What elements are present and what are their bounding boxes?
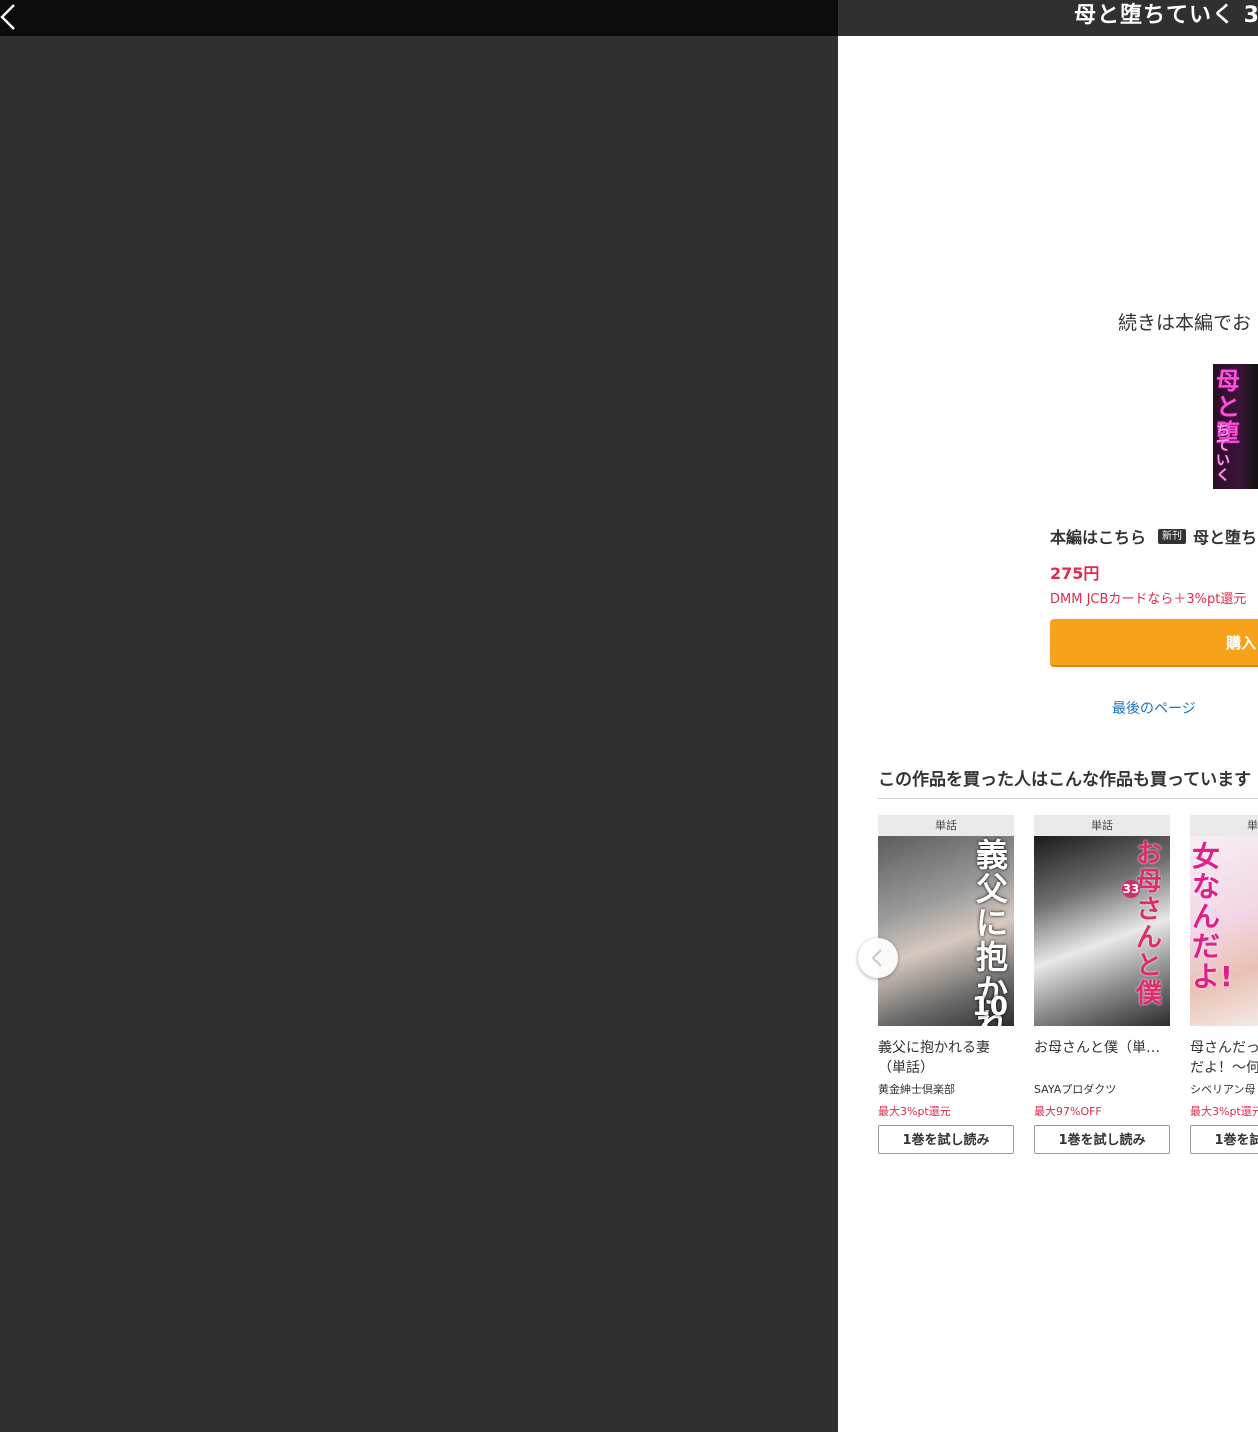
card-promo-text[interactable]: DMM JCBカードなら＋3%pt還元 xyxy=(1050,588,1246,607)
recommendation-card[interactable]: 単話 女なんだよ! 母さんだって女なんだよ！〜何 シベリアン母 最大3%pt還元… xyxy=(1190,815,1258,1154)
end-of-preview-panel: 続きは本編でお 母と堕 ちていく 本編はこちら 新刊 母と堕ち 275円 DMM… xyxy=(838,36,1258,1432)
price: 275円 xyxy=(1050,564,1100,583)
main-volume-label: 本編はこちら xyxy=(1050,528,1147,547)
viewer-top-bar xyxy=(0,0,838,36)
card-author[interactable]: シベリアン母 xyxy=(1190,1081,1258,1097)
card-cover-image[interactable]: お母さんと僕 33 xyxy=(1034,836,1170,1026)
cover-volume-number: 10 xyxy=(971,992,1008,1022)
card-format-tag: 単話 xyxy=(1034,815,1170,836)
cover-title-text: お母さんと僕 xyxy=(1136,839,1163,1009)
card-offer: 最大3%pt還元 xyxy=(878,1105,951,1118)
buy-button-label: 購入 xyxy=(1226,634,1257,652)
card-cover-image[interactable]: 義父に抱かれる妻 10 xyxy=(878,836,1014,1026)
title-bar: 母と堕ちていく 3 xyxy=(838,0,1258,36)
card-offer: 最大97%OFF xyxy=(1034,1105,1102,1118)
card-author[interactable]: SAYAプロダクツ xyxy=(1034,1081,1170,1097)
cover-volume-number: 33 xyxy=(1122,880,1140,898)
cover-title-subtext: ちていく xyxy=(1216,423,1230,484)
card-cover-image[interactable]: 女なんだよ! xyxy=(1190,836,1258,1026)
new-release-badge: 新刊 xyxy=(1158,528,1187,544)
trial-read-button[interactable]: 1巻を試し読み xyxy=(1034,1125,1170,1154)
main-volume-cover[interactable]: 母と堕 ちていく xyxy=(1213,364,1258,489)
card-format-tag: 単話 xyxy=(878,815,1014,836)
card-title[interactable]: お母さんと僕（単… xyxy=(1034,1038,1170,1078)
chevron-left-icon[interactable] xyxy=(0,3,18,31)
cover-title-text: 女なんだよ! xyxy=(1192,840,1233,993)
main-volume-label-row: 本編はこちら 新刊 母と堕ち xyxy=(1050,524,1257,548)
carousel-prev-button[interactable] xyxy=(858,938,898,978)
trial-read-button[interactable]: 1巻を試し読み xyxy=(878,1125,1014,1154)
main-volume-title[interactable]: 母と堕ち xyxy=(1193,524,1257,548)
divider xyxy=(878,798,1258,799)
buy-button[interactable]: 購入 xyxy=(1050,619,1258,667)
card-title[interactable]: 義父に抱かれる妻（単話） xyxy=(878,1038,1014,1078)
recommendation-card[interactable]: 単話 お母さんと僕 33 お母さんと僕（単… SAYAプロダクツ 最大97%OF… xyxy=(1034,815,1170,1154)
recommendations-heading: この作品を買った人はこんな作品も買っています xyxy=(878,770,1252,790)
page-title: 母と堕ちていく 3 xyxy=(1074,3,1258,28)
recommendation-card[interactable]: 単話 義父に抱かれる妻 10 義父に抱かれる妻（単話） 黄金紳士倶楽部 最大3%… xyxy=(878,815,1014,1154)
chevron-left-icon xyxy=(870,948,884,972)
card-format-tag: 単話 xyxy=(1190,815,1258,836)
continue-message: 続きは本編でお xyxy=(1118,312,1252,334)
card-author[interactable]: 黄金紳士倶楽部 xyxy=(878,1081,1014,1097)
card-offer: 最大3%pt還元 xyxy=(1190,1105,1258,1118)
card-title[interactable]: 母さんだって女なんだよ！〜何 xyxy=(1190,1038,1258,1078)
last-page-link[interactable]: 最後のページ xyxy=(1112,698,1196,718)
trial-read-button[interactable]: 1巻を試し読み xyxy=(1190,1125,1258,1154)
